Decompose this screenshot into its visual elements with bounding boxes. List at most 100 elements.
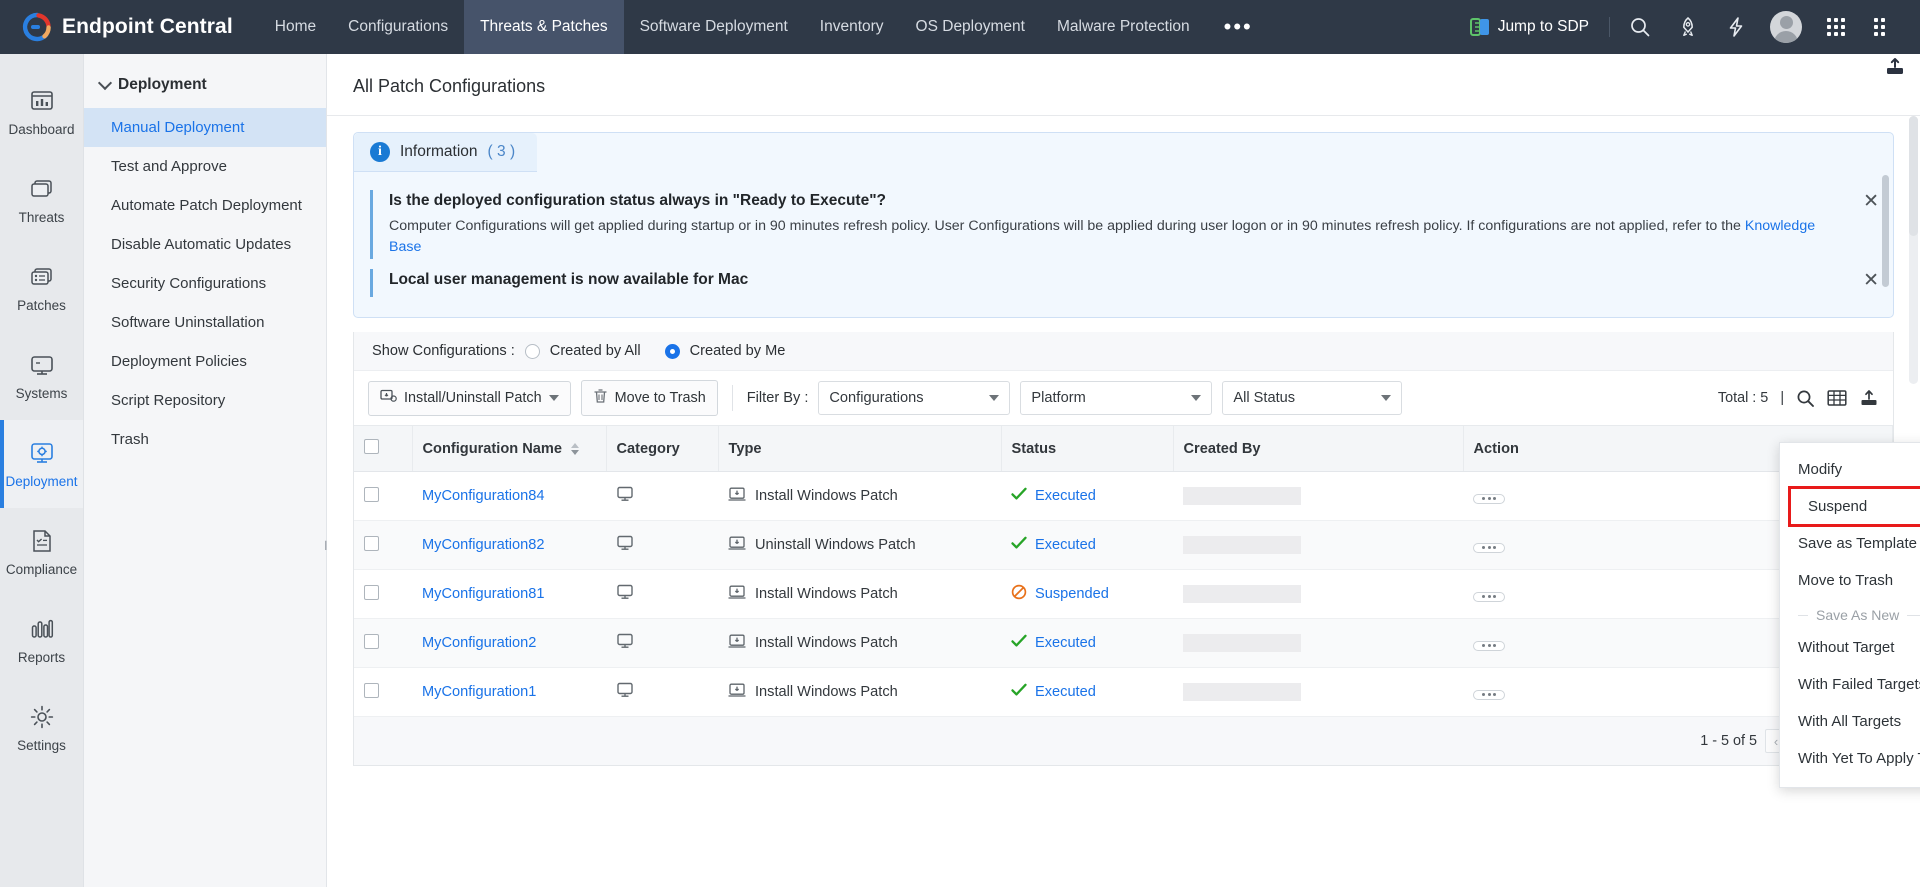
select-all-checkbox[interactable]	[364, 439, 379, 454]
topnav-item-inventory[interactable]: Inventory	[804, 0, 900, 54]
table-header-status: Status	[1001, 426, 1173, 472]
row-status-label[interactable]: Executed	[1035, 537, 1096, 553]
topnav-item-malware-protection[interactable]: Malware Protection	[1041, 0, 1206, 54]
information-message-1-close-icon[interactable]: ✕	[1863, 192, 1879, 211]
context-menu-item-move-to-trash[interactable]: Move to Trash	[1780, 562, 1920, 599]
row-checkbox[interactable]	[364, 634, 379, 649]
rail-item-patches[interactable]: Patches	[0, 244, 83, 332]
information-message-2-close-icon[interactable]: ✕	[1863, 271, 1879, 290]
subnav-item-deployment-policies[interactable]: Deployment Policies	[84, 342, 326, 381]
table-row[interactable]: MyConfiguration2 Install Windows Patch	[354, 619, 1893, 668]
context-menu-item-with-all-targets[interactable]: With All Targets	[1780, 703, 1920, 740]
apps-grid-icon[interactable]	[1814, 0, 1858, 54]
subnav-item-automate-patch-deployment[interactable]: Automate Patch Deployment	[84, 186, 326, 225]
rail-item-threats[interactable]: Threats	[0, 156, 83, 244]
context-menu-item-suspend[interactable]: Suspend	[1790, 488, 1920, 525]
toolbar-separator: |	[1780, 390, 1784, 406]
radio-created-by-me[interactable]	[665, 344, 680, 359]
row-category-cell	[606, 668, 718, 717]
filter-platform-select[interactable]: Platform	[1020, 381, 1212, 415]
table-row[interactable]: MyConfiguration84 Install Windows Patch	[354, 472, 1893, 521]
subnav-item-trash[interactable]: Trash	[84, 420, 326, 459]
information-message-2: Local user management is now available f…	[370, 269, 1893, 297]
subnav-item-script-repository[interactable]: Script Repository	[84, 381, 326, 420]
topnav-overflow-icon[interactable]: •••	[1206, 0, 1271, 54]
rail-item-settings[interactable]: Settings	[0, 684, 83, 772]
trash-icon	[593, 388, 608, 408]
row-status-label[interactable]: Executed	[1035, 488, 1096, 504]
information-message-1-text: Computer Configurations will get applied…	[389, 218, 1745, 234]
rail-item-dashboard[interactable]: Dashboard	[0, 68, 83, 156]
topnav-item-software-deployment[interactable]: Software Deployment	[624, 0, 804, 54]
row-actions-icon[interactable]	[1473, 690, 1505, 700]
move-to-trash-button[interactable]: Move to Trash	[581, 380, 718, 416]
rail-item-systems[interactable]: Systems	[0, 332, 83, 420]
rail-item-reports[interactable]: Reports	[0, 596, 83, 684]
context-menu-item-save-as-template[interactable]: Save as Template	[1780, 525, 1920, 562]
table-search-icon[interactable]	[1796, 389, 1815, 408]
install-uninstall-patch-button[interactable]: Install/Uninstall Patch	[368, 381, 571, 416]
row-status-label[interactable]: Executed	[1035, 684, 1096, 700]
radio-created-by-all[interactable]	[525, 344, 540, 359]
topnav-item-os-deployment[interactable]: OS Deployment	[900, 0, 1041, 54]
row-actions-icon[interactable]	[1473, 543, 1505, 553]
configuration-name-link[interactable]: MyConfiguration81	[422, 586, 545, 602]
subnav-header-deployment[interactable]: Deployment	[84, 66, 326, 108]
row-actions-icon[interactable]	[1473, 641, 1505, 651]
subnav-item-manual-deployment[interactable]: Manual Deployment	[84, 108, 326, 147]
row-checkbox[interactable]	[364, 487, 379, 502]
sort-icon[interactable]	[571, 443, 579, 455]
rail-item-deployment[interactable]: Deployment	[0, 420, 83, 508]
export-icon[interactable]	[1859, 389, 1879, 408]
context-menu-item-with-yet-to-apply-targets[interactable]: With Yet To Apply Targets	[1780, 740, 1920, 777]
context-menu-item-with-failed-targets[interactable]: With Failed Targets	[1780, 666, 1920, 703]
configuration-name-link[interactable]: MyConfiguration1	[422, 684, 536, 700]
filter-status-select[interactable]: All Status	[1222, 381, 1402, 415]
table-row[interactable]: MyConfiguration82 Uninstall Windows Patc…	[354, 521, 1893, 570]
row-checkbox[interactable]	[364, 683, 379, 698]
context-menu-item-without-target[interactable]: Without Target	[1780, 629, 1920, 666]
subnav-item-security-configurations[interactable]: Security Configurations	[84, 264, 326, 303]
configuration-name-link[interactable]: MyConfiguration82	[422, 537, 545, 553]
column-chooser-icon[interactable]	[1827, 389, 1847, 407]
jump-to-sdp-button[interactable]: Jump to SDP	[1458, 17, 1601, 37]
apps-grid-secondary-icon[interactable]	[1862, 0, 1906, 54]
subnav-item-software-uninstallation[interactable]: Software Uninstallation	[84, 303, 326, 342]
topnav-item-configurations[interactable]: Configurations	[332, 0, 464, 54]
context-menu-item-modify[interactable]: Modify	[1780, 451, 1920, 488]
row-actions-icon[interactable]	[1473, 494, 1505, 504]
rocket-icon[interactable]	[1666, 0, 1710, 54]
information-tab[interactable]: i Information ( 3 )	[354, 133, 537, 172]
row-status-label[interactable]: Suspended	[1035, 586, 1109, 602]
avatar[interactable]	[1770, 11, 1802, 43]
configuration-name-link[interactable]: MyConfiguration2	[422, 635, 536, 651]
lightning-bolt-icon[interactable]	[1714, 0, 1758, 54]
radio-created-by-me-label[interactable]: Created by Me	[690, 343, 786, 359]
page-scrollbar[interactable]	[1909, 116, 1918, 384]
table-header-type: Type	[718, 426, 1001, 472]
row-checkbox[interactable]	[364, 585, 379, 600]
subnav-item-test-and-approve[interactable]: Test and Approve	[84, 147, 326, 186]
topnav-item-home[interactable]: Home	[259, 0, 332, 54]
information-scrollbar[interactable]	[1882, 175, 1889, 287]
table-row[interactable]: MyConfiguration1 Install Windows Patch	[354, 668, 1893, 717]
topnav-item-threats-and-patches[interactable]: Threats & Patches	[464, 0, 624, 54]
rail-item-compliance[interactable]: Compliance	[0, 508, 83, 596]
row-status-cell: Executed	[1001, 619, 1173, 668]
brand[interactable]: Endpoint Central	[0, 12, 247, 42]
row-actions-icon[interactable]	[1473, 592, 1505, 602]
install-patch-icon	[728, 683, 746, 702]
configuration-name-link[interactable]: MyConfiguration84	[422, 488, 545, 504]
radio-created-by-all-label[interactable]: Created by All	[550, 343, 641, 359]
subnav-item-disable-automatic-updates[interactable]: Disable Automatic Updates	[84, 225, 326, 264]
row-checkbox[interactable]	[364, 536, 379, 551]
row-status-label[interactable]: Executed	[1035, 635, 1096, 651]
page-export-icon[interactable]	[1884, 56, 1906, 83]
table-row[interactable]: MyConfiguration81 Install Windows Patch	[354, 570, 1893, 619]
brand-name: Endpoint Central	[62, 15, 233, 39]
row-type-label: Install Windows Patch	[755, 684, 898, 700]
table-header-configuration-name[interactable]: Configuration Name	[412, 426, 606, 472]
search-icon[interactable]	[1618, 0, 1662, 54]
filter-configurations-select[interactable]: Configurations	[818, 381, 1010, 415]
row-name-cell: MyConfiguration81	[412, 570, 606, 619]
